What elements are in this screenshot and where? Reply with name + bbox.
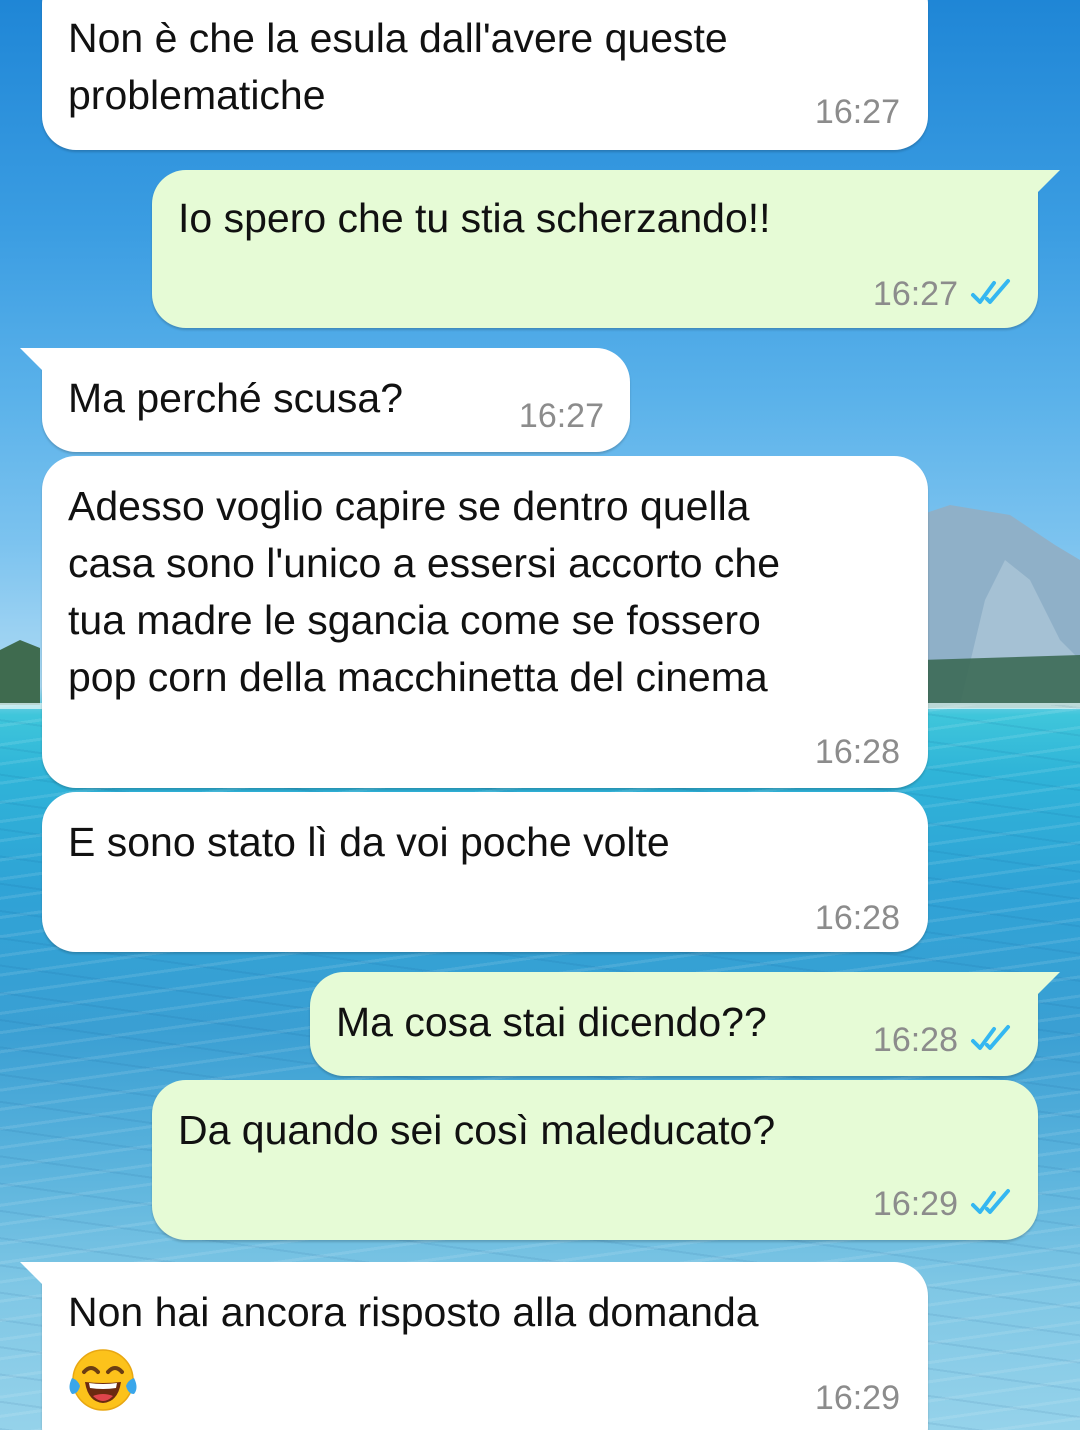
message-text: Ma cosa stai dicendo?? — [336, 999, 767, 1045]
message-bubble-outgoing[interactable]: Io spero che tu stia scherzando!! 16:27 — [152, 170, 1060, 328]
message-bubble-outgoing[interactable]: Ma cosa stai dicendo?? 16:28 — [310, 972, 1060, 1076]
message-timestamp: 16:27 — [872, 275, 958, 313]
double-check-icon — [971, 279, 1010, 304]
message-text: Non hai ancora risposto alla domanda — [68, 1289, 759, 1335]
message-timestamp: 16:29 — [814, 1379, 900, 1417]
message-text: Adesso voglio capire se dentro quella ca… — [68, 483, 781, 700]
bubble-tail — [20, 1262, 46, 1288]
message-bubble-incoming[interactable]: Non è che la esula dall'avere queste pro… — [42, 0, 928, 150]
message-timestamp: 16:28 — [814, 899, 900, 937]
double-check-icon — [971, 1025, 1010, 1050]
message-text: Da quando sei così maleducato? — [178, 1107, 776, 1153]
message-text: Io spero che tu stia scherzando!! — [178, 195, 771, 241]
message-bubble-incoming[interactable]: Ma perché scusa? 16:27 — [20, 348, 630, 452]
message-bubble-incoming[interactable]: E sono stato lì da voi poche volte 16:28 — [42, 792, 928, 952]
message-text: Ma perché scusa? — [68, 375, 404, 421]
double-check-icon — [971, 1189, 1010, 1214]
message-text: E sono stato lì da voi poche volte — [68, 819, 670, 865]
message-timestamp: 16:27 — [518, 397, 604, 435]
message-timestamp: 16:27 — [814, 93, 900, 131]
message-timestamp: 16:28 — [872, 1021, 958, 1059]
face-with-tears-of-joy-icon — [69, 1349, 137, 1411]
message-bubble-incoming[interactable]: Non hai ancora risposto alla domanda 16:… — [20, 1262, 928, 1430]
message-text: Non è che la esula dall'avere queste pro… — [68, 15, 728, 118]
bubble-tail — [20, 348, 46, 374]
bubble-tail — [1034, 170, 1060, 196]
message-timestamp: 16:28 — [814, 733, 900, 771]
bubble-tail — [1034, 972, 1060, 998]
message-timestamp: 16:29 — [872, 1185, 958, 1223]
message-bubble-outgoing[interactable]: Da quando sei così maleducato? 16:29 — [152, 1080, 1038, 1240]
message-bubble-incoming[interactable]: Adesso voglio capire se dentro quella ca… — [42, 456, 928, 788]
